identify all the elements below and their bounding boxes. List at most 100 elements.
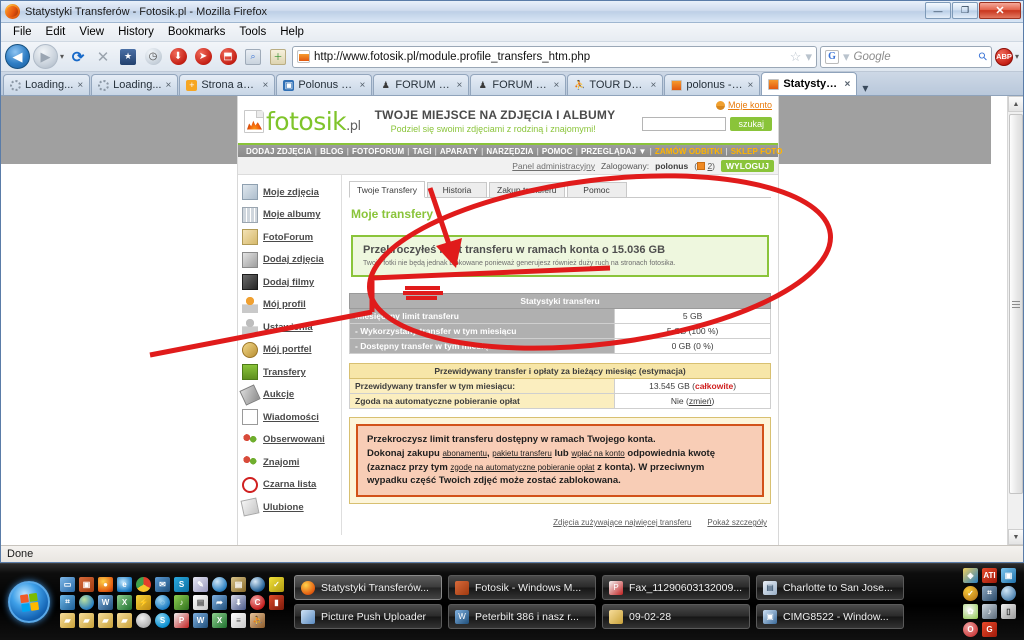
my-account-row[interactable]: Moje konto: [642, 100, 772, 110]
downthemall-icon[interactable]: ⬇: [167, 46, 189, 68]
history-clock-icon[interactable]: ◷: [142, 46, 164, 68]
google-icon[interactable]: G: [824, 49, 839, 64]
network-status-icon[interactable]: ⌗: [982, 585, 997, 601]
tab-historia[interactable]: Historia: [427, 182, 487, 197]
gadget-icon[interactable]: G: [982, 621, 997, 637]
package-icon[interactable]: ▤: [231, 576, 246, 592]
search-magnifier-icon[interactable]: ⚲: [976, 49, 990, 64]
task-cimg8522-window[interactable]: ▣ CIMG8522 - Window...: [756, 604, 904, 629]
network-icon[interactable]: ⌗: [60, 594, 75, 610]
task-picture-push-uploader[interactable]: Picture Push Uploader: [294, 604, 442, 629]
sidebar-item-znajomi[interactable]: Znajomi: [242, 451, 341, 474]
excel-icon[interactable]: X: [117, 594, 132, 610]
firefox-icon[interactable]: ●: [98, 576, 113, 592]
chat-icon[interactable]: ◌: [155, 594, 170, 610]
antivirus-icon[interactable]: ✓: [963, 585, 978, 601]
history-dropdown-icon[interactable]: ▾: [60, 52, 64, 61]
menu-view[interactable]: View: [72, 25, 111, 39]
abonament-link[interactable]: abonamentu: [442, 449, 486, 458]
tab-loading-1[interactable]: Loading... ×: [3, 74, 91, 95]
menu-history[interactable]: History: [111, 25, 161, 39]
excel-icon[interactable]: X: [212, 612, 227, 628]
menu-help[interactable]: Help: [273, 25, 311, 39]
menu-bookmarks[interactable]: Bookmarks: [161, 25, 233, 39]
zgoda-link[interactable]: zgodę na automatyczne pobieranie opłat: [450, 463, 594, 472]
site-logo[interactable]: fotosik.pl: [244, 107, 361, 136]
nav-przegladaj[interactable]: PRZEGLĄDAJ ▼: [578, 147, 650, 156]
nav-fotoforum[interactable]: FOTOFORUM: [349, 147, 407, 156]
folder-icon[interactable]: ▰: [98, 612, 113, 628]
folder-icon[interactable]: ▰: [117, 612, 132, 628]
forward-button[interactable]: ▶: [33, 44, 58, 69]
nav-tagi[interactable]: TAGI: [410, 147, 435, 156]
taskbar-layout-icon[interactable]: ▯: [1001, 603, 1016, 619]
skype-icon[interactable]: S: [174, 576, 189, 592]
minimize-button[interactable]: —: [925, 2, 951, 19]
back-button[interactable]: ◀: [5, 44, 30, 69]
download-icon[interactable]: ⬇: [231, 594, 246, 610]
search-input[interactable]: Google: [854, 51, 975, 63]
nav-blog[interactable]: BLOG: [317, 147, 347, 156]
sidebar-item-moj-portfel[interactable]: Mój portfel: [242, 339, 341, 362]
top-transfer-photos-link[interactable]: Zdjęcia zużywające najwięcej transferu: [553, 518, 691, 527]
zoom-search-icon[interactable]: ⌕: [242, 46, 264, 68]
pakiet-transferu-link[interactable]: pakietu transferu: [492, 449, 552, 458]
nav-sklep-foto[interactable]: SKLEP FOTO: [728, 147, 786, 156]
sidebar-item-transfery[interactable]: Transfery: [242, 361, 341, 384]
scroll-down-icon[interactable]: ▼: [1008, 529, 1023, 545]
start-button[interactable]: [8, 581, 50, 623]
outlook-icon[interactable]: ✉: [155, 576, 170, 592]
tab-close-icon[interactable]: ×: [77, 80, 83, 91]
ati-catalyst-icon[interactable]: ATI: [982, 567, 997, 583]
toolbar-overflow-icon[interactable]: ▾: [1015, 52, 1019, 61]
nav-zamow-odbitki[interactable]: ZAMÓW ODBITKI: [652, 147, 726, 156]
sidebar-item-dodaj-zdjecia[interactable]: Dodaj zdjęcia: [242, 249, 341, 272]
menu-tools[interactable]: Tools: [232, 25, 273, 39]
sidebar-item-moje-albumy[interactable]: Moje albumy: [242, 204, 341, 227]
admin-panel-link[interactable]: Panel administracyjny: [512, 161, 595, 171]
nav-aparaty[interactable]: APARATY: [437, 147, 481, 156]
message-count-wrap[interactable]: ( 2): [694, 161, 715, 171]
tab-strona-admini[interactable]: + Strona admini... ×: [179, 74, 276, 95]
tab-polonus-pict[interactable]: ▣ Polonus - Pict... ×: [276, 74, 373, 95]
opera-icon[interactable]: [250, 576, 265, 592]
globe-tray-icon[interactable]: [1001, 585, 1016, 601]
skype-icon[interactable]: S: [155, 612, 170, 628]
tab-zakup-transferu[interactable]: Zakup transferu: [489, 182, 565, 197]
tab-close-icon[interactable]: ×: [360, 80, 366, 91]
tab-pomoc[interactable]: Pomoc: [566, 182, 627, 197]
tab-loading-2[interactable]: Loading... ×: [91, 74, 179, 95]
stop-icon[interactable]: ✕: [92, 46, 114, 68]
wplac-na-konto-link[interactable]: wpłać na konto: [571, 449, 624, 458]
task-statystyki-transferow[interactable]: Statystyki Transferów...: [294, 575, 442, 600]
task-charlotte-to-san-jose[interactable]: ▤ Charlotte to San Jose...: [756, 575, 904, 600]
flower-icon[interactable]: ✿: [963, 603, 978, 619]
sidebar-item-wiadomosci[interactable]: Wiadomości: [242, 406, 341, 429]
volume-icon[interactable]: ♪: [982, 603, 997, 619]
sidebar-item-moje-zdjecia[interactable]: Moje zdjęcia: [242, 181, 341, 204]
sidebar-item-ustawienia[interactable]: Ustawienia: [242, 316, 341, 339]
sidebar-item-dodaj-filmy[interactable]: Dodaj filmy: [242, 271, 341, 294]
globe-icon[interactable]: [212, 576, 227, 592]
nav-dodaj-zdjecia[interactable]: DODAJ ZDJĘCIA: [243, 147, 315, 156]
sidebar-item-ulubione[interactable]: Ulubione: [240, 496, 341, 519]
search-engine-caret-icon[interactable]: ▾: [843, 49, 850, 65]
sidebar-item-moj-profil[interactable]: Mój profil: [242, 294, 341, 317]
sidebar-item-obserwowani[interactable]: Obserwowani: [242, 429, 341, 452]
tab-list-overflow-icon[interactable]: ▾: [858, 81, 872, 95]
bookmarks-icon[interactable]: ★: [117, 46, 139, 68]
image-editor-icon[interactable]: ✎: [193, 576, 208, 592]
logout-button[interactable]: WYLOGUJ: [721, 159, 774, 172]
opera-tray-icon[interactable]: O: [963, 621, 978, 637]
show-desktop-icon[interactable]: ▭: [60, 576, 75, 592]
nav-narzedzia[interactable]: NARZĘDZIA: [483, 147, 536, 156]
nav-pomoc[interactable]: POMOC: [539, 147, 576, 156]
tab-close-icon[interactable]: ×: [263, 80, 269, 91]
tab-close-icon[interactable]: ×: [166, 80, 172, 91]
ccleaner-icon[interactable]: C: [250, 594, 265, 610]
task-peterbilt-document[interactable]: W Peterbilt 386 i nasz r...: [448, 604, 596, 629]
tab-polonus-stro[interactable]: polonus - stro... ×: [664, 74, 761, 95]
change-link[interactable]: zmień: [689, 396, 712, 406]
menu-file[interactable]: File: [6, 25, 39, 39]
close-button[interactable]: ✕: [979, 2, 1021, 19]
